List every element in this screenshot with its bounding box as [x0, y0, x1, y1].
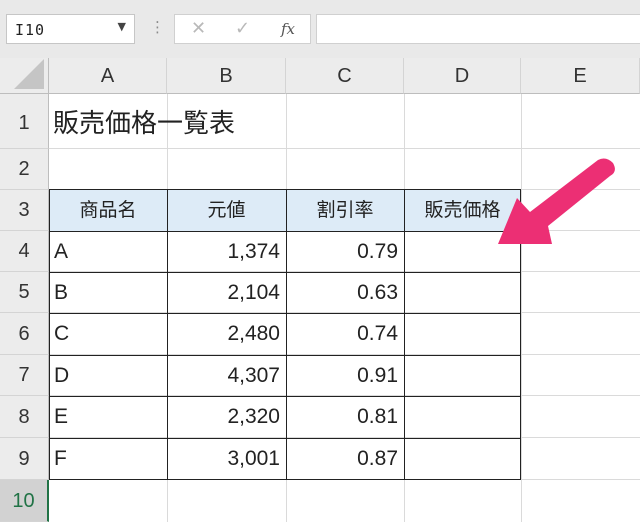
pointer-arrow-shape — [498, 158, 615, 244]
pointer-arrow-icon — [498, 158, 615, 244]
